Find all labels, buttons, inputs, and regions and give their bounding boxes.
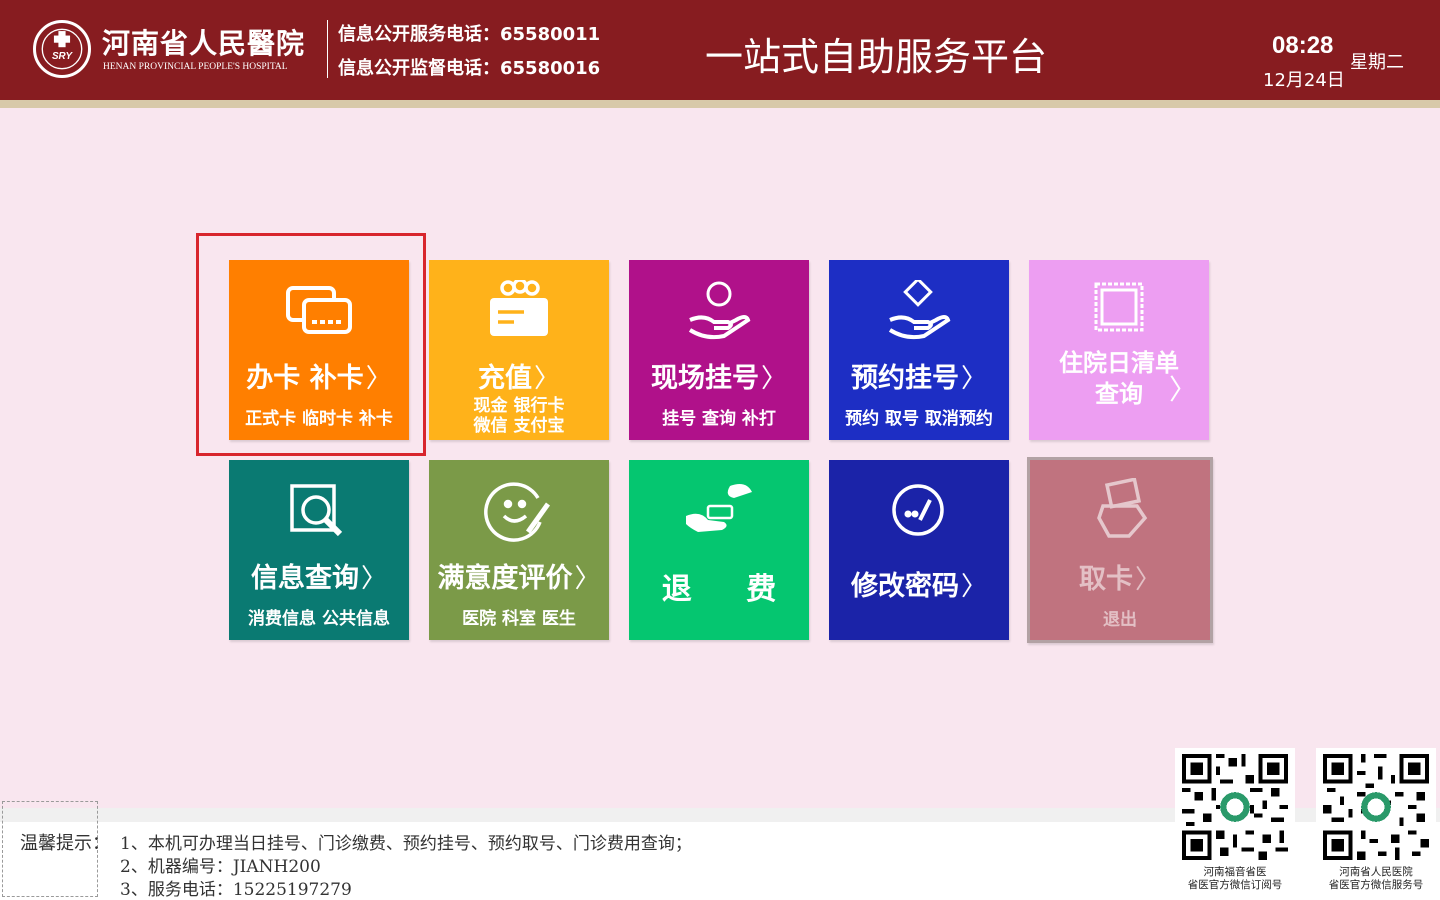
tile-subtitle-line2: 微信 支付宝	[473, 416, 565, 436]
tile-eject-card[interactable]: 取卡〉 退出	[1027, 457, 1213, 643]
tile-title: 修改密码〉	[850, 571, 987, 602]
appointment-hand-icon	[884, 277, 954, 342]
qr-subscription: 河南福音省医 省医官方微信订阅号	[1175, 748, 1295, 892]
hospital-name-english: HENAN PROVINCIAL PEOPLE'S HOSPITAL	[103, 62, 288, 72]
tile-title: 现场挂号〉	[650, 363, 787, 394]
svg-text:SRY: SRY	[52, 51, 74, 62]
clock-weekday: 星期二	[1350, 52, 1404, 73]
tile-title: 取卡〉	[1078, 564, 1161, 595]
tile-title: 退 费	[661, 572, 799, 607]
clock-date: 12月24日	[1263, 70, 1345, 91]
tip-line-1: 1、本机可办理当日挂号、门诊缴费、预约挂号、预约取号、门诊费用查询；	[120, 834, 692, 854]
tile-onsite-register[interactable]: 现场挂号〉 挂号 查询 补打	[629, 260, 809, 440]
qr-caption-line1: 河南福音省医	[1203, 866, 1267, 878]
tile-inpatient-list[interactable]: 住院日清单 查询 〉	[1029, 260, 1209, 440]
password-edit-icon	[884, 480, 954, 542]
tile-subtitle: 挂号 查询 补打	[662, 409, 776, 429]
tile-appointment[interactable]: 预约挂号〉 预约 取号 取消预约	[829, 260, 1009, 440]
tile-subtitle: 消费信息 公共信息	[248, 609, 390, 629]
supervise-phone: 信息公开监督电话：65580016	[338, 58, 601, 79]
platform-title: 一站式自助服务平台	[705, 35, 1048, 79]
eject-card-icon	[1085, 477, 1155, 540]
tile-refund[interactable]: 退 费	[629, 460, 809, 640]
tile-info-query[interactable]: 信息查询〉 消费信息 公共信息	[229, 460, 409, 640]
hospital-logo: SRY	[33, 20, 91, 78]
header-bar: SRY 河南省人民醫院 HENAN PROVINCIAL PEOPLE'S HO…	[0, 0, 1440, 100]
qr-caption-line1: 河南省人民医院	[1339, 866, 1413, 878]
tile-recharge[interactable]: 充值〉 现金 银行卡 微信 支付宝	[429, 260, 609, 440]
tile-title: 办卡 补卡〉	[246, 363, 392, 394]
recharge-icon	[484, 278, 554, 342]
tile-title: 信息查询〉	[250, 563, 387, 594]
tile-title: 充值〉	[477, 363, 560, 394]
qr-service: 河南省人民医院 省医官方微信服务号	[1316, 748, 1436, 892]
tip-label: 温馨提示：	[20, 833, 110, 854]
card-icon	[284, 280, 354, 342]
qr-code-icon	[1316, 748, 1436, 866]
refund-hands-icon	[684, 480, 754, 542]
qr-code-icon	[1175, 748, 1295, 866]
tile-title: 预约挂号〉	[850, 363, 987, 394]
inpatient-list-icon	[1084, 280, 1154, 342]
magnifier-icon	[284, 480, 354, 542]
qr-caption-line2: 省医官方微信订阅号	[1187, 879, 1283, 891]
register-hand-icon	[684, 280, 754, 342]
tip-line-3: 3、服务电话：15225197279	[120, 880, 352, 900]
tile-subtitle: 医院 科室 医生	[462, 609, 576, 629]
clock-time: 08:28	[1272, 32, 1334, 59]
tile-satisfaction[interactable]: 满意度评价〉 医院 科室 医生	[429, 460, 609, 640]
chevron-right-icon: 〉	[1168, 373, 1197, 406]
qr-caption-line2: 省医官方微信服务号	[1328, 879, 1424, 891]
tile-card-issue[interactable]: 办卡 补卡〉 正式卡 临时卡 补卡	[229, 260, 409, 440]
header-divider	[327, 20, 328, 78]
tip-line-2: 2、机器编号：JIANH200	[120, 857, 321, 877]
smiley-pen-icon	[484, 480, 554, 542]
tile-subtitle: 正式卡 临时卡 补卡	[245, 409, 393, 429]
tile-change-password[interactable]: 修改密码〉	[829, 460, 1009, 640]
tile-subtitle-line1: 现金 银行卡	[473, 396, 565, 416]
tile-subtitle: 预约 取号 取消预约	[845, 409, 993, 429]
hospital-name: 河南省人民醫院	[102, 27, 306, 60]
header-accent-strip	[0, 100, 1440, 108]
tile-subtitle: 退出	[1103, 610, 1137, 630]
service-phone: 信息公开服务电话：65580011	[338, 24, 601, 45]
tile-title: 满意度评价〉	[437, 563, 601, 594]
